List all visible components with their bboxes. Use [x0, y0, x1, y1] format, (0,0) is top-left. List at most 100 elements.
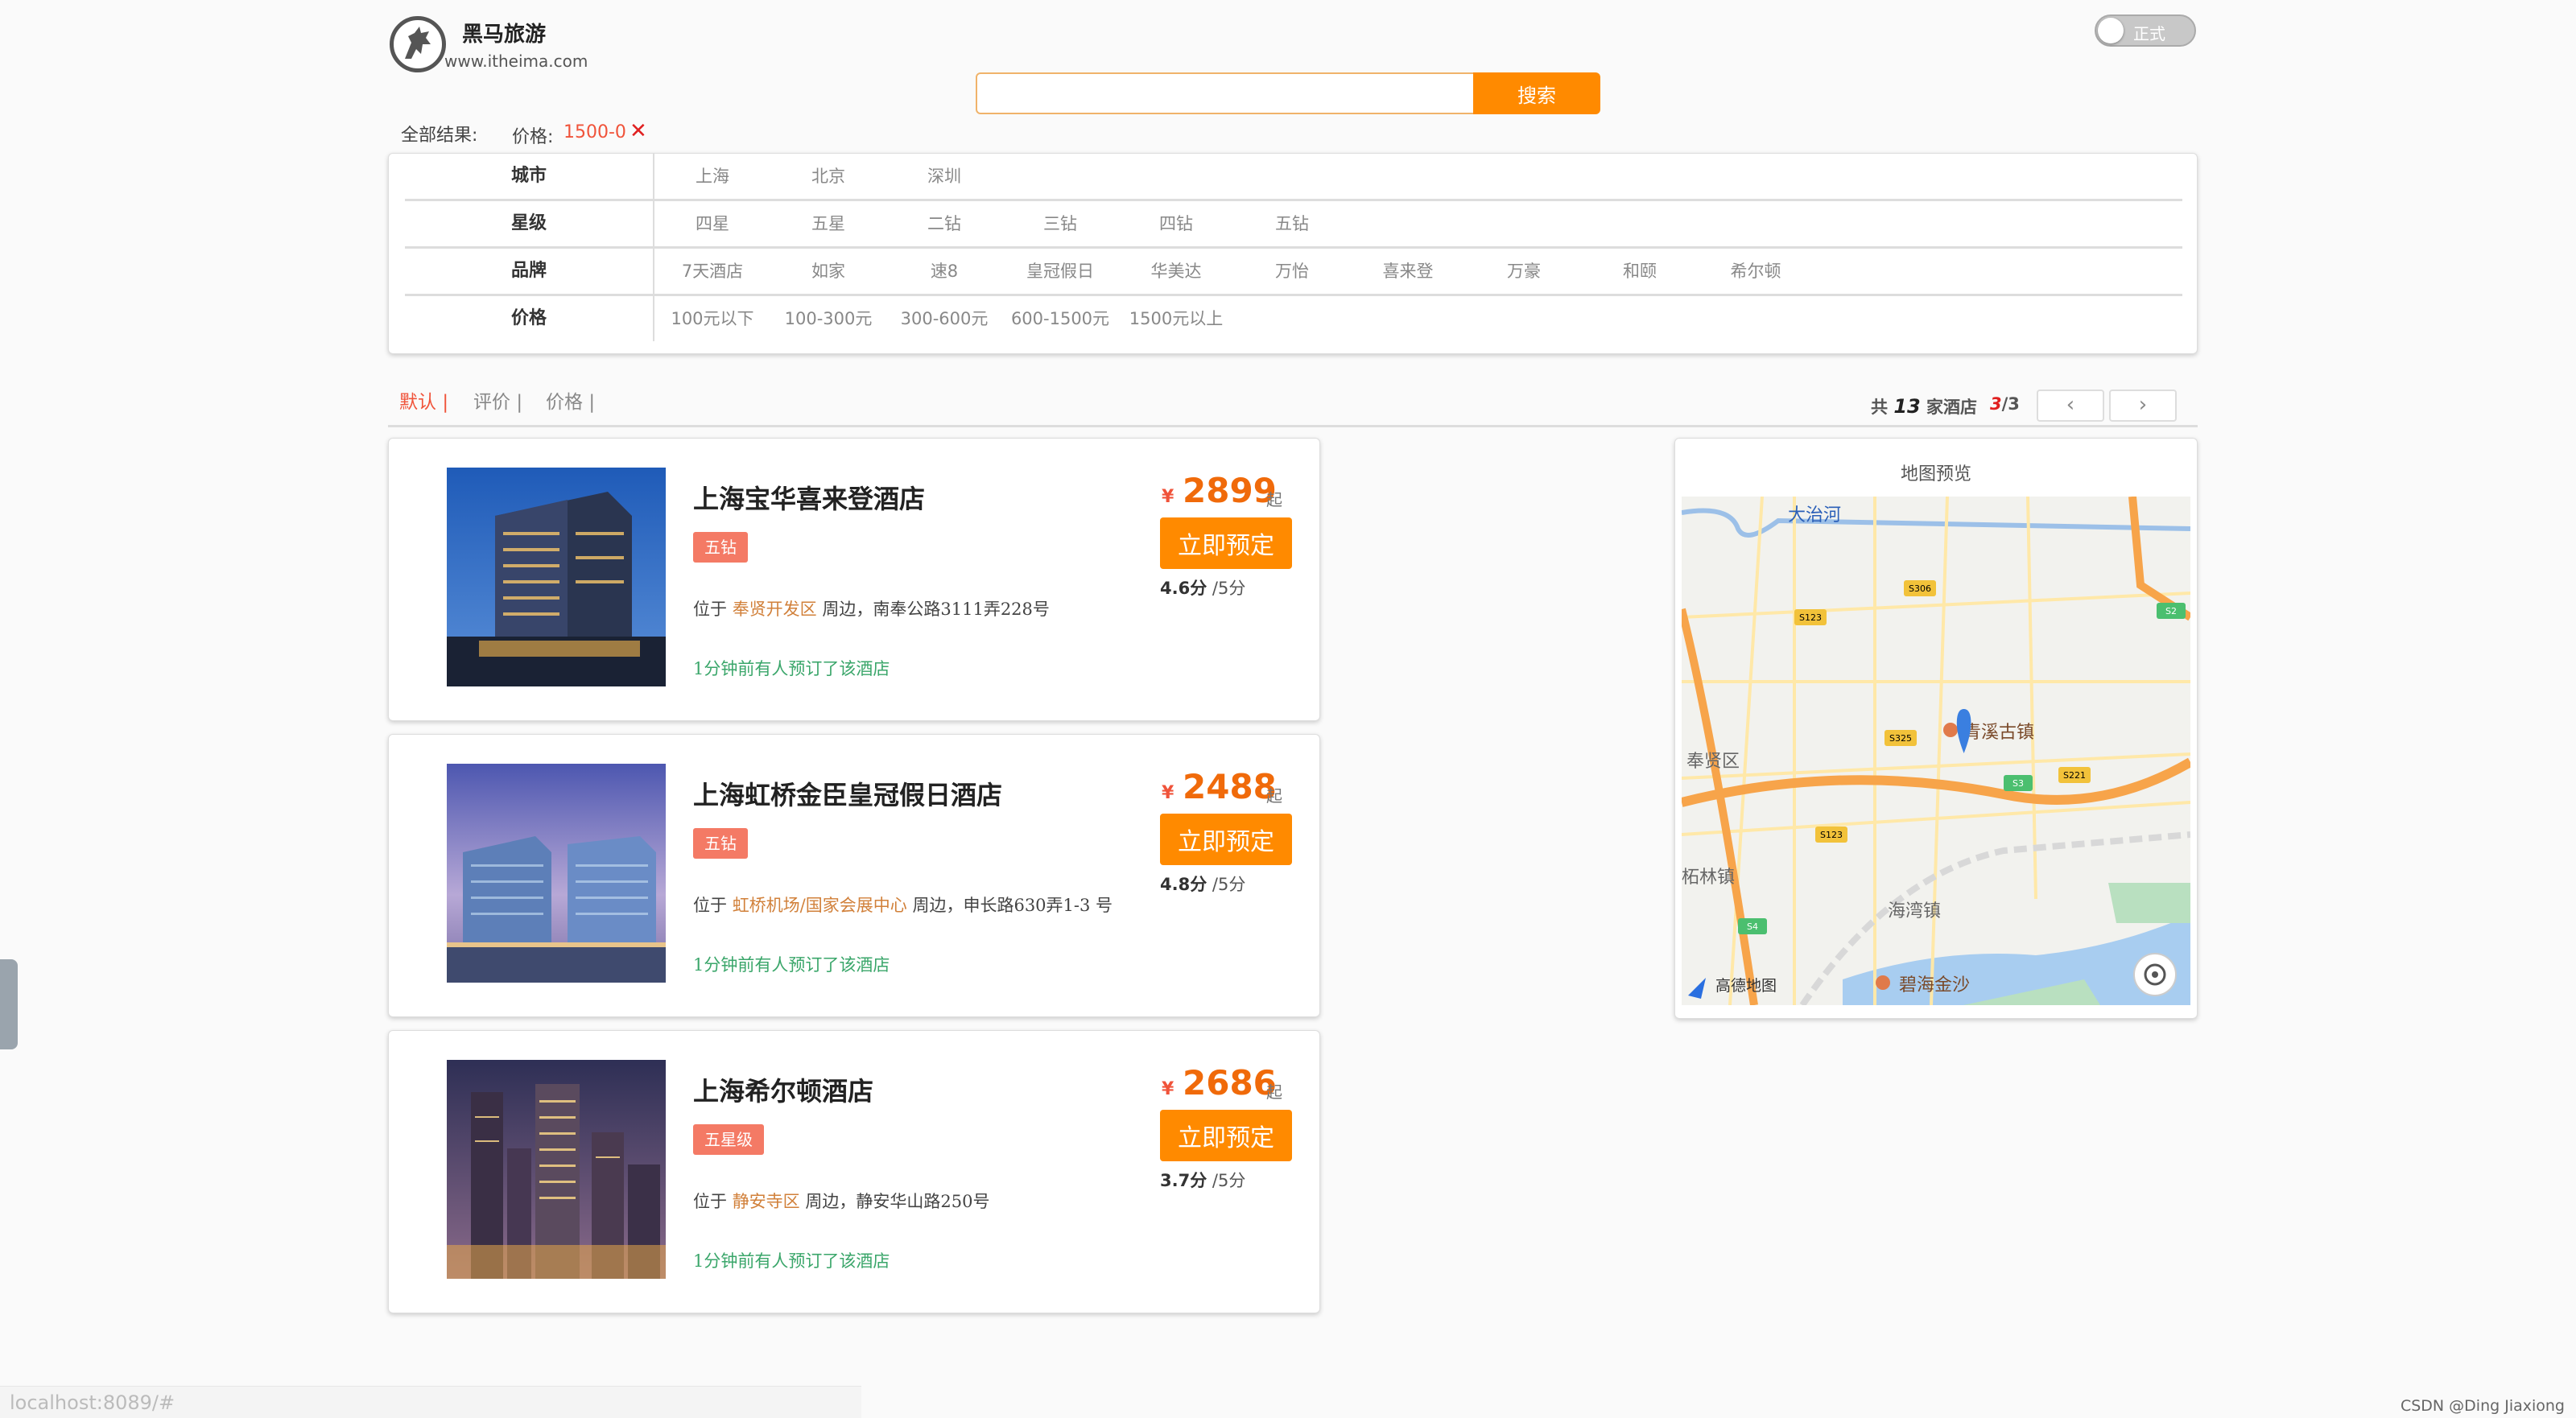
search-input[interactable]	[976, 72, 1475, 114]
filter-option[interactable]: 深圳	[886, 154, 1002, 199]
map-label-river: 大治河	[1788, 505, 1841, 526]
filter-option[interactable]: 速8	[886, 249, 1002, 294]
sort-default[interactable]: 默认 |	[399, 386, 448, 414]
brand-url: www.itheima.com	[444, 52, 588, 71]
price-currency: ¥	[1162, 487, 1174, 507]
map-canvas[interactable]: S306 S123 S2 S325 S221 S3 S123 S4 大治河 青溪…	[1682, 497, 2190, 1005]
hotel-recent-booking: 1分钟前有人预订了该酒店	[693, 1251, 890, 1271]
filter-option[interactable]: 北京	[770, 154, 886, 199]
hotel-name[interactable]: 上海宝华喜来登酒店	[693, 479, 925, 516]
filter-option[interactable]: 1500元以上	[1118, 296, 1234, 341]
hotel-tag: 五星级	[693, 1124, 764, 1155]
watermark: CSDN @Ding Jiaxiong	[2400, 1397, 2565, 1415]
map-panel: 地图预览 S306 S123 S2 S325 S221 S3 S123 S4 大…	[1674, 438, 2198, 1019]
hotel-tag: 五钻	[693, 828, 748, 859]
hotel-card[interactable]: 上海宝华喜来登酒店 五钻 位于 奉贤开发区 周边，南奉公路3111弄228号 1…	[388, 438, 1320, 721]
book-button[interactable]: 立即预定	[1160, 517, 1292, 569]
road-badge: S123	[1820, 830, 1843, 840]
filter-option[interactable]: 喜来登	[1350, 249, 1466, 294]
filter-option[interactable]: 皇冠假日	[1002, 249, 1118, 294]
filter-option[interactable]: 希尔顿	[1698, 249, 1814, 294]
filter-option[interactable]: 万豪	[1466, 249, 1582, 294]
price-suffix: 起	[1266, 1082, 1282, 1102]
map-label-town: 青溪古镇	[1963, 723, 2034, 743]
hotel-address: 位于 静安寺区 周边，静安华山路250号	[693, 1192, 990, 1211]
hotel-score: 4.6分 /5分	[1160, 579, 1246, 598]
hotel-name[interactable]: 上海希尔顿酒店	[693, 1071, 873, 1108]
hotel-price: 2488	[1183, 767, 1277, 806]
price-currency: ¥	[1162, 783, 1174, 803]
pager-total: 共 13 家酒店	[1871, 395, 1978, 418]
hotel-image[interactable]	[447, 1060, 666, 1279]
hotel-address: 位于 奉贤开发区 周边，南奉公路3111弄228号	[693, 600, 1050, 619]
map-label-haiwan: 海湾镇	[1888, 901, 1941, 921]
road-badge: S221	[2063, 770, 2086, 781]
price-currency: ¥	[1162, 1079, 1174, 1099]
hotel-score: 4.8分 /5分	[1160, 875, 1246, 894]
close-icon[interactable]: ✕	[630, 119, 647, 143]
filter-option[interactable]: 如家	[770, 249, 886, 294]
filter-option[interactable]: 万怡	[1234, 249, 1350, 294]
filter-option[interactable]: 四钻	[1118, 201, 1234, 246]
result-label: 全部结果:	[401, 126, 478, 146]
price-suffix: 起	[1266, 786, 1282, 806]
filter-label-price: 价格	[405, 296, 654, 341]
road-badge: S3	[2013, 778, 2024, 789]
road-badge: S325	[1889, 733, 1912, 744]
filter-label-star: 星级	[405, 201, 654, 246]
hotel-recent-booking: 1分钟前有人预订了该酒店	[693, 659, 890, 678]
hotel-card[interactable]: 上海虹桥金臣皇冠假日酒店 五钻 位于 虹桥机场/国家会展中心 周边，申长路630…	[388, 734, 1320, 1017]
hotel-image[interactable]	[447, 764, 666, 983]
hotel-name[interactable]: 上海虹桥金臣皇冠假日酒店	[693, 775, 1002, 812]
book-button[interactable]: 立即预定	[1160, 1110, 1292, 1161]
filter-option[interactable]: 100元以下	[654, 296, 770, 341]
book-button[interactable]: 立即预定	[1160, 814, 1292, 865]
map-label-zhelin: 柘林镇	[1682, 868, 1735, 888]
search-button[interactable]: 搜索	[1473, 72, 1600, 114]
filter-option[interactable]: 和颐	[1582, 249, 1698, 294]
active-filter-label: 价格:	[512, 127, 554, 147]
filter-option[interactable]: 300-600元	[886, 296, 1002, 341]
status-bar: localhost:8089/#	[0, 1386, 861, 1418]
pager-page: 3/3	[1990, 394, 2020, 414]
filter-row-price: 价格 100元以下 100-300元 300-600元 600-1500元 15…	[405, 296, 2182, 344]
hotel-image[interactable]	[447, 468, 666, 686]
brand-name: 黑马旅游	[462, 23, 547, 47]
filter-panel: 城市 上海 北京 深圳 星级 四星 五星 二钻 三钻 四钻 五钻 品牌 7天酒店…	[388, 153, 2198, 354]
hotel-price: 2686	[1183, 1063, 1277, 1103]
hotel-price: 2899	[1183, 471, 1277, 510]
map-logo: 高德地图	[1715, 977, 1777, 995]
filter-option[interactable]: 三钻	[1002, 201, 1118, 246]
filter-row-star: 星级 四星 五星 二钻 三钻 四钻 五钻	[405, 201, 2182, 249]
chevron-left-icon[interactable]: ‹	[2037, 390, 2104, 422]
hotel-score: 3.7分 /5分	[1160, 1171, 1246, 1190]
road-badge: S123	[1799, 612, 1822, 623]
filter-option[interactable]: 五星	[770, 201, 886, 246]
hotel-card[interactable]: 上海希尔顿酒店 五星级 位于 静安寺区 周边，静安华山路250号 1分钟前有人预…	[388, 1030, 1320, 1313]
filter-option[interactable]: 四星	[654, 201, 770, 246]
filter-option[interactable]: 华美达	[1118, 249, 1234, 294]
hotel-tag: 五钻	[693, 532, 748, 563]
side-handle[interactable]	[0, 959, 18, 1049]
filter-option[interactable]: 7天酒店	[654, 249, 770, 294]
filter-option[interactable]: 二钻	[886, 201, 1002, 246]
filter-option[interactable]: 上海	[654, 154, 770, 199]
active-filter-value: 1500-0	[564, 122, 626, 142]
filter-option[interactable]: 五钻	[1234, 201, 1350, 246]
filter-row-city: 城市 上海 北京 深圳	[405, 154, 2182, 201]
road-badge: S4	[1747, 921, 1758, 932]
filter-option[interactable]: 600-1500元	[1002, 296, 1118, 341]
sort-divider	[388, 425, 2198, 427]
toggle-label: 正式	[2133, 24, 2165, 43]
map-label-district: 奉贤区	[1686, 752, 1740, 772]
filter-label-city: 城市	[405, 154, 654, 199]
sort-price[interactable]: 价格 |	[546, 386, 595, 414]
chevron-right-icon[interactable]: ›	[2109, 390, 2177, 422]
filter-label-brand: 品牌	[405, 249, 654, 294]
price-suffix: 起	[1266, 490, 1282, 509]
hotel-recent-booking: 1分钟前有人预订了该酒店	[693, 955, 890, 975]
env-toggle[interactable]: 正式	[2095, 14, 2196, 47]
sort-rating[interactable]: 评价 |	[473, 386, 522, 414]
filter-option[interactable]: 100-300元	[770, 296, 886, 341]
hotel-address: 位于 虹桥机场/国家会展中心 周边，申长路630弄1-3 号	[693, 896, 1113, 915]
